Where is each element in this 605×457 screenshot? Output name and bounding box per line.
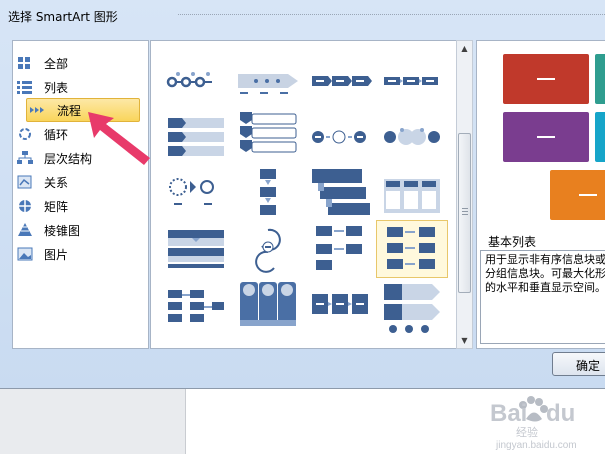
category-matrix[interactable]: 矩阵 bbox=[14, 195, 134, 217]
svg-text:Bai: Bai bbox=[490, 400, 527, 427]
category-relationship[interactable]: 关系 bbox=[14, 171, 134, 193]
category-all[interactable]: 全部 bbox=[14, 52, 134, 74]
preview-shape bbox=[503, 112, 589, 162]
preview-shape bbox=[503, 54, 589, 104]
category-label: 图片 bbox=[44, 248, 69, 262]
category-label: 矩阵 bbox=[44, 200, 69, 214]
list-icon bbox=[16, 79, 34, 95]
title-bar[interactable]: 选择 SmartArt 图形 bbox=[0, 0, 605, 30]
layout-thumbnail[interactable] bbox=[306, 165, 374, 219]
grid-icon bbox=[16, 55, 34, 71]
annotation-arrow-icon bbox=[88, 112, 150, 165]
svg-text:jingyan.baidu.com: jingyan.baidu.com bbox=[495, 440, 577, 451]
layout-thumbnail[interactable] bbox=[162, 280, 230, 334]
layout-thumbnail[interactable] bbox=[378, 54, 446, 108]
gallery-scrollbar[interactable]: ▲ ▼ bbox=[456, 40, 473, 349]
smartart-dialog: 选择 SmartArt 图形 全部 列表 流程 循环 层次结构 关系 矩阵 棱锥… bbox=[0, 0, 605, 389]
matrix-icon bbox=[16, 198, 34, 214]
layout-thumbnail[interactable] bbox=[234, 220, 302, 274]
layout-thumbnail[interactable] bbox=[234, 110, 302, 164]
baidu-watermark: Bai du 经验 jingyan.baidu.com bbox=[476, 388, 605, 454]
preview-shape bbox=[595, 112, 605, 162]
preview-description: 用于显示非有序信息块或者分组信息块。可最大化形状的水平和垂直显示空间。 bbox=[480, 250, 605, 344]
category-label: 流程 bbox=[57, 104, 82, 118]
layout-thumbnail[interactable] bbox=[234, 54, 302, 108]
relationship-icon bbox=[16, 174, 34, 190]
svg-text:du: du bbox=[546, 400, 575, 427]
layout-thumbnail[interactable] bbox=[378, 280, 446, 334]
layout-thumbnail[interactable] bbox=[378, 165, 446, 219]
scroll-thumb[interactable] bbox=[458, 133, 471, 293]
preview-title: 基本列表 bbox=[488, 235, 537, 249]
ok-button-label: 确定 bbox=[576, 359, 601, 373]
preview-shape bbox=[595, 54, 605, 104]
ok-button[interactable]: 确定 bbox=[552, 352, 605, 376]
process-icon bbox=[29, 102, 47, 118]
layout-thumbnail[interactable] bbox=[234, 165, 302, 219]
layout-thumbnail[interactable] bbox=[162, 110, 230, 164]
scroll-up-icon[interactable]: ▲ bbox=[457, 41, 472, 56]
description-text: 用于显示非有序信息块或者分组信息块。可最大化形状的水平和垂直显示空间。 bbox=[485, 253, 605, 294]
layout-thumbnail-selected[interactable] bbox=[376, 220, 448, 278]
category-picture[interactable]: 图片 bbox=[14, 243, 134, 265]
layout-thumbnail[interactable] bbox=[162, 165, 230, 219]
picture-icon bbox=[16, 246, 34, 262]
document-edge bbox=[185, 388, 186, 454]
layout-thumbnail[interactable] bbox=[378, 110, 446, 164]
layout-thumbnail[interactable] bbox=[306, 110, 374, 164]
category-list-item[interactable]: 列表 bbox=[14, 76, 134, 98]
layout-thumbnail[interactable] bbox=[162, 220, 230, 274]
dialog-title: 选择 SmartArt 图形 bbox=[8, 10, 118, 24]
category-label: 列表 bbox=[44, 81, 69, 95]
pyramid-icon bbox=[16, 222, 34, 238]
category-label: 关系 bbox=[44, 176, 69, 190]
layout-thumbnail[interactable] bbox=[306, 54, 374, 108]
svg-text:经验: 经验 bbox=[516, 425, 538, 439]
scroll-down-icon[interactable]: ▼ bbox=[457, 333, 472, 348]
layout-thumbnail[interactable] bbox=[162, 54, 230, 108]
category-pyramid[interactable]: 棱锥图 bbox=[14, 219, 134, 241]
preview-shape bbox=[550, 170, 605, 220]
left-document-margin bbox=[0, 388, 185, 454]
category-label: 循环 bbox=[44, 128, 69, 142]
title-divider bbox=[178, 14, 605, 16]
category-label: 棱锥图 bbox=[44, 224, 81, 238]
cycle-icon bbox=[16, 126, 34, 142]
layout-thumbnail[interactable] bbox=[234, 280, 302, 334]
layout-thumbnail[interactable] bbox=[306, 220, 374, 274]
hierarchy-icon bbox=[16, 150, 34, 166]
layout-thumbnail[interactable] bbox=[306, 280, 374, 334]
category-label: 全部 bbox=[44, 57, 69, 71]
